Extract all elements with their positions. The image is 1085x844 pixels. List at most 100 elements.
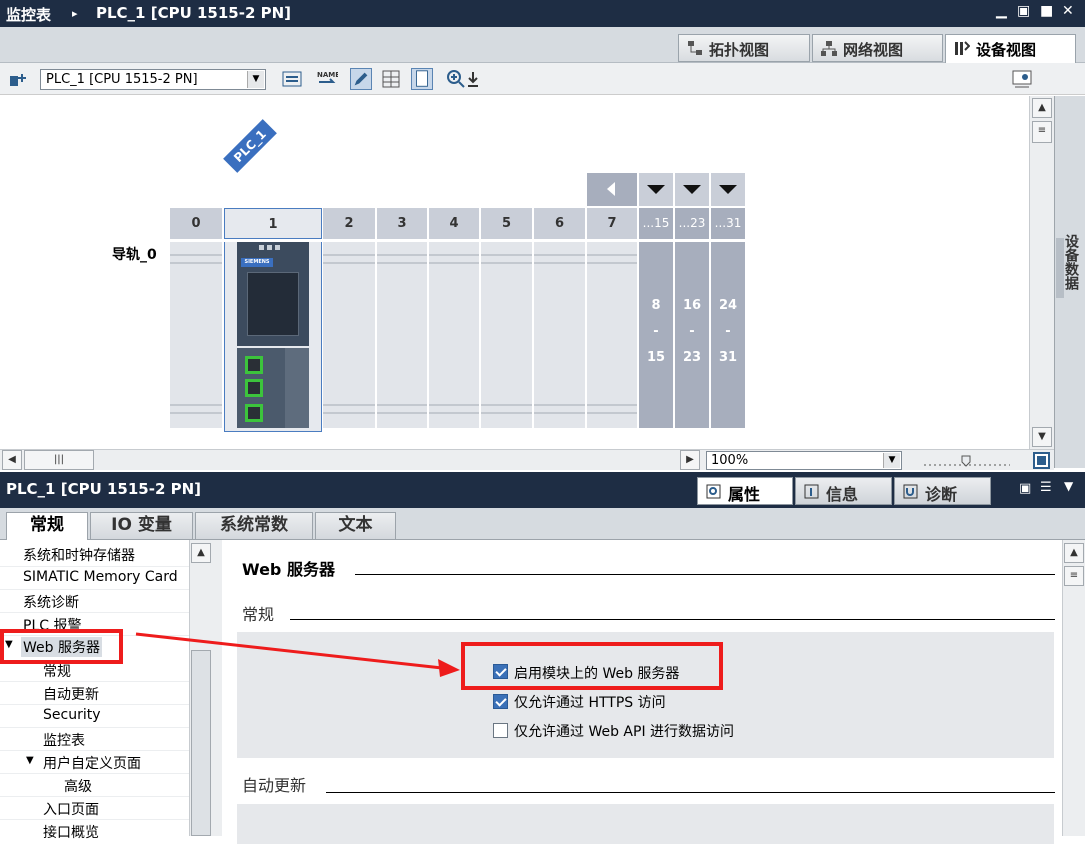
slot-header-3[interactable]: 3 xyxy=(377,208,428,239)
nav-scrollbar[interactable]: ▲ xyxy=(189,540,213,836)
tab-io-tags[interactable]: IO 变量 xyxy=(90,512,193,540)
slot-7[interactable] xyxy=(587,242,638,428)
expand-group-2[interactable] xyxy=(675,173,709,206)
minimize-icon[interactable]: ▁ xyxy=(996,3,1007,19)
group-header-31[interactable]: ...31 xyxy=(711,208,745,239)
pencil-icon[interactable] xyxy=(350,68,372,90)
scroll-up-icon[interactable]: ▲ xyxy=(1032,98,1052,118)
horizontal-scroll-thumb[interactable]: ||| xyxy=(24,450,94,470)
split-view-icon[interactable]: ☰ xyxy=(1040,480,1052,495)
screen-user-icon[interactable] xyxy=(1011,68,1033,90)
nav-item-memory-card[interactable]: SIMATIC Memory Card xyxy=(23,569,178,585)
tab-diagnostics[interactable]: 诊断 xyxy=(894,477,991,505)
web-api-only-label[interactable]: 仅允许通过 Web API 进行数据访问 xyxy=(514,721,734,741)
scroll-up-icon[interactable]: ▲ xyxy=(191,543,211,563)
splitter[interactable] xyxy=(213,540,222,836)
web-api-only-checkbox[interactable] xyxy=(493,723,508,738)
subsection-auto-update: 自动更新 xyxy=(242,776,307,795)
expand-group-1[interactable] xyxy=(639,173,673,206)
group-body-8-15[interactable]: 8 - 15 xyxy=(639,242,673,428)
slot-header-7[interactable]: 7 xyxy=(587,208,638,239)
ethernet-port-icon[interactable] xyxy=(245,379,263,397)
tab-topology-view[interactable]: 拓扑视图 xyxy=(678,34,810,62)
cpu-module-slot[interactable]: SIEMENS xyxy=(224,242,322,432)
slot-header-6[interactable]: 6 xyxy=(534,208,586,239)
nav-item-entry-page[interactable]: 入口页面 xyxy=(43,799,99,819)
slot-header-0[interactable]: 0 xyxy=(170,208,223,239)
device-select[interactable]: PLC_1 [CPU 1515-2 PN] ▼ xyxy=(40,69,266,90)
device-canvas[interactable]: PLC_1 导轨_0 0 1 2 3 4 5 6 7 SIEMENS ...15 xyxy=(0,96,1028,448)
group-body-24-31[interactable]: 24 - 31 xyxy=(711,242,745,428)
nav-item-system-clock-memory[interactable]: 系统和时钟存储器 xyxy=(23,545,135,565)
ethernet-port-icon[interactable] xyxy=(245,404,263,422)
device-data-side-panel[interactable]: 设备数据 xyxy=(1054,96,1085,468)
canvas-vertical-scrollbar[interactable]: ▲ ≡ ▼ xyxy=(1029,96,1054,449)
breadcrumb-monitor-table[interactable]: 监控表 xyxy=(6,4,51,25)
scroll-left-button[interactable] xyxy=(587,173,637,206)
device-view-icon xyxy=(955,41,970,55)
page-view-icon[interactable] xyxy=(411,68,433,90)
zoom-slider[interactable] xyxy=(922,453,1012,469)
slot-4[interactable] xyxy=(429,242,480,428)
scroll-thumb[interactable]: ≡ xyxy=(1032,121,1052,143)
group-header-15[interactable]: ...15 xyxy=(639,208,673,239)
tab-properties[interactable]: 属性 xyxy=(697,477,793,505)
close-icon[interactable]: ✕ xyxy=(1062,3,1074,19)
tab-system-constants[interactable]: 系统常数 xyxy=(195,512,313,540)
group-range-start: 24 xyxy=(718,298,738,313)
group-header-23[interactable]: ...23 xyxy=(675,208,709,239)
slot-6[interactable] xyxy=(534,242,586,428)
chevron-down-icon[interactable]: ▼ xyxy=(883,453,900,468)
float-window-icon[interactable]: ▣ xyxy=(1019,481,1031,496)
nav-item-auto-update[interactable]: 自动更新 xyxy=(43,684,99,704)
property-nav-tree[interactable]: 系统和时钟存储器 SIMATIC Memory Card 系统诊断 PLC 报警… xyxy=(0,540,213,841)
nav-item-interface-overview[interactable]: 接口概览 xyxy=(43,822,99,842)
tab-general[interactable]: 常规 xyxy=(6,512,88,541)
https-only-label[interactable]: 仅允许通过 HTTPS 访问 xyxy=(514,692,666,712)
ethernet-port-icon[interactable] xyxy=(245,356,263,374)
scroll-thumb[interactable]: ≡ xyxy=(1064,566,1084,586)
chevron-down-icon[interactable]: ▼ xyxy=(247,71,264,88)
download-arrow-icon[interactable] xyxy=(466,68,480,90)
device-overview-icon[interactable] xyxy=(7,68,29,90)
status-led-icon xyxy=(259,245,283,250)
content-scrollbar[interactable]: ▲ ≡ xyxy=(1062,540,1085,836)
tab-info[interactable]: 信息 xyxy=(795,477,892,505)
scroll-right-icon[interactable]: ▶ xyxy=(680,450,700,470)
slot-header-2[interactable]: 2 xyxy=(323,208,376,239)
maximize-icon[interactable]: ■ xyxy=(1040,3,1053,19)
plc-name-tag[interactable]: PLC_1 xyxy=(223,119,277,173)
nav-item-advanced[interactable]: 高级 xyxy=(64,776,92,796)
zoom-select[interactable]: 100% ▼ xyxy=(706,451,902,470)
https-only-checkbox[interactable] xyxy=(493,694,508,709)
restore-icon[interactable]: ▣ xyxy=(1017,3,1030,19)
slot-2[interactable] xyxy=(323,242,376,428)
nav-item-general[interactable]: 常规 xyxy=(43,661,71,681)
nav-item-watch-table[interactable]: 监控表 xyxy=(43,730,85,750)
chevron-down-icon[interactable]: ▼ xyxy=(1064,479,1073,493)
expand-group-3[interactable] xyxy=(711,173,745,206)
swap-icon[interactable] xyxy=(281,68,303,90)
scroll-up-icon[interactable]: ▲ xyxy=(1064,543,1084,563)
slot-0[interactable] xyxy=(170,242,223,428)
nav-item-system-diagnostics[interactable]: 系统诊断 xyxy=(23,592,79,612)
nav-item-security[interactable]: Security xyxy=(43,707,101,723)
slot-header-5[interactable]: 5 xyxy=(481,208,533,239)
slot-3[interactable] xyxy=(377,242,428,428)
name-display-icon[interactable]: NAME xyxy=(316,68,338,90)
grid-table-icon[interactable] xyxy=(380,68,402,90)
slot-header-1[interactable]: 1 xyxy=(224,208,322,239)
slot-5[interactable] xyxy=(481,242,533,428)
expanded-arrow-icon[interactable]: ▼ xyxy=(26,755,34,766)
group-body-16-23[interactable]: 16 - 23 xyxy=(675,242,709,428)
overview-navigation-icon[interactable] xyxy=(1033,452,1050,469)
scroll-down-icon[interactable]: ▼ xyxy=(1032,427,1052,447)
tab-network-view[interactable]: 网络视图 xyxy=(812,34,943,62)
zoom-in-icon[interactable] xyxy=(445,68,467,90)
tab-texts[interactable]: 文本 xyxy=(315,512,396,540)
breadcrumb-separator: ▸ xyxy=(72,7,78,20)
tab-device-view[interactable]: 设备视图 xyxy=(945,34,1076,64)
scroll-left-icon[interactable]: ◀ xyxy=(2,450,22,470)
slot-header-4[interactable]: 4 xyxy=(429,208,480,239)
nav-item-user-pages[interactable]: 用户自定义页面 xyxy=(43,753,141,773)
